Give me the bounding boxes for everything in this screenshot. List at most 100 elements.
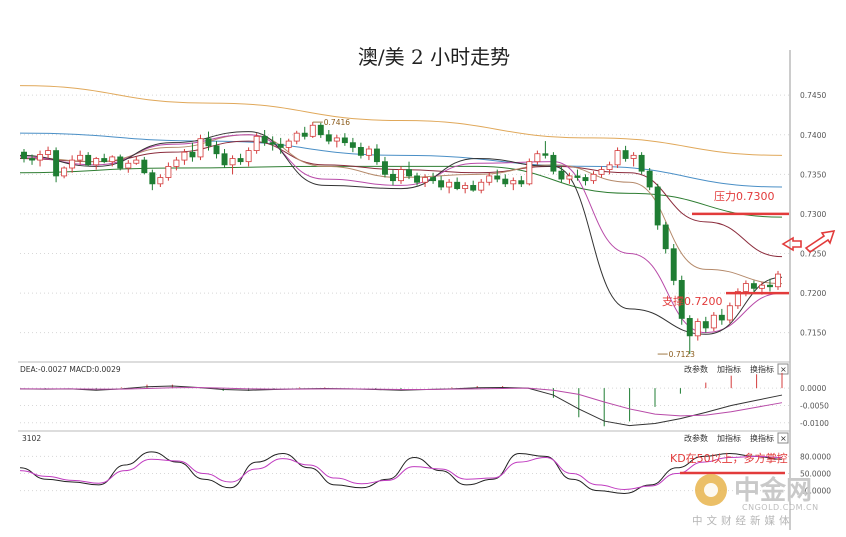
macd-y-tick: -0.0100 bbox=[800, 419, 829, 428]
macd-y-tick: 0.0000 bbox=[800, 384, 826, 393]
candle-body bbox=[542, 153, 549, 156]
kd-k-line bbox=[19, 451, 783, 494]
candle-body bbox=[69, 159, 76, 169]
candle-body bbox=[141, 159, 148, 174]
candle-body bbox=[454, 181, 461, 189]
candle-body bbox=[502, 178, 509, 185]
macd-dea-line bbox=[20, 386, 783, 417]
candle-body bbox=[686, 318, 693, 337]
candle-body bbox=[574, 175, 581, 178]
price-y-tick: 0.7350 bbox=[800, 170, 826, 179]
candle-body bbox=[550, 154, 557, 172]
candle-body bbox=[381, 161, 388, 175]
candle-body bbox=[101, 158, 108, 163]
candle-body bbox=[317, 124, 324, 136]
candle-body bbox=[197, 138, 204, 158]
kd-lines bbox=[19, 451, 783, 494]
price-level-label: 压力0.7300 bbox=[714, 190, 775, 203]
macd-add-indicator-button[interactable]: 加指标 bbox=[717, 364, 741, 374]
candle-body bbox=[742, 283, 749, 292]
candle-body bbox=[205, 138, 212, 147]
cngold-logo: 中金网 CNGOLD.COM.CN 中文财经新媒体 bbox=[692, 474, 818, 527]
candle-body bbox=[237, 158, 244, 163]
candle-body bbox=[726, 305, 733, 321]
candle-body bbox=[598, 169, 605, 175]
candle-body bbox=[85, 154, 92, 166]
candle-body bbox=[462, 185, 469, 189]
candle-body bbox=[277, 143, 284, 148]
candle-body bbox=[438, 180, 445, 188]
candle-body bbox=[341, 137, 348, 144]
candle-body bbox=[486, 175, 493, 183]
logo-tagline: 中文财经新媒体 bbox=[692, 514, 794, 527]
candle-body bbox=[349, 142, 356, 148]
price-y-tick: 0.7400 bbox=[800, 131, 826, 140]
macd-grid bbox=[20, 387, 790, 424]
macd-panel: DEA:-0.0027 MACD:0.0029 改参数 加指标 换指标 × 0.… bbox=[18, 361, 829, 428]
candle-body bbox=[325, 134, 332, 142]
kd-change-params-button[interactable]: 改参数 bbox=[684, 433, 708, 443]
price-y-tick: 0.7200 bbox=[800, 289, 826, 298]
candle-body bbox=[494, 175, 501, 180]
candle-body bbox=[654, 186, 661, 226]
annotation-label: 0.7123 bbox=[669, 350, 695, 359]
candle-body bbox=[285, 140, 292, 148]
kd-annotation: KD在50以上，多方掌控 bbox=[670, 451, 788, 465]
candle-body bbox=[221, 153, 228, 166]
candle-body bbox=[775, 273, 781, 288]
chart-canvas: 澳/美 2 小时走势 0.7450 0.7400 0.7350 0.7300 0.725… bbox=[18, 45, 836, 530]
candle-body bbox=[109, 156, 116, 163]
candle-body bbox=[181, 151, 188, 161]
price-y-tick: 0.7450 bbox=[800, 91, 826, 100]
candle-body bbox=[365, 148, 372, 156]
kd-header: 3102 bbox=[22, 434, 41, 443]
macd-header: DEA:-0.0027 MACD:0.0029 bbox=[20, 365, 121, 374]
price-y-tick: 0.7300 bbox=[800, 210, 826, 219]
candle-body bbox=[406, 169, 412, 177]
candle-body bbox=[373, 148, 380, 163]
candle-body bbox=[646, 170, 653, 188]
kd-y-tick: 80.0000 bbox=[800, 452, 831, 461]
candle-body bbox=[125, 162, 132, 169]
candle-body bbox=[510, 180, 517, 185]
candle-body bbox=[582, 177, 589, 182]
logo-name: 中金网 bbox=[734, 475, 812, 506]
kd-add-indicator-button[interactable]: 加指标 bbox=[717, 433, 741, 443]
candle-body bbox=[430, 177, 437, 182]
candle-body bbox=[710, 314, 717, 329]
candle-body bbox=[638, 154, 645, 172]
macd-change-params-button[interactable]: 改参数 bbox=[684, 364, 708, 374]
annotation-label: 0.7416 bbox=[324, 118, 350, 127]
candle-body bbox=[357, 147, 364, 156]
macd-y-ticks: 0.0000 -0.0050 -0.0100 bbox=[800, 384, 829, 428]
candle-body bbox=[662, 224, 669, 250]
candle-body bbox=[93, 158, 100, 166]
candle-body bbox=[229, 158, 236, 166]
candle-body bbox=[157, 177, 164, 185]
macd-histogram bbox=[44, 372, 783, 427]
candle-body bbox=[269, 142, 276, 145]
macd-close-icon: × bbox=[780, 365, 787, 374]
candle-body bbox=[670, 248, 677, 281]
candle-body bbox=[630, 154, 637, 159]
candle-body bbox=[622, 150, 629, 159]
candle-body bbox=[37, 154, 44, 161]
candle-body bbox=[390, 173, 396, 182]
candle-body bbox=[414, 175, 421, 183]
candle-body bbox=[53, 150, 60, 177]
kd-switch-indicator-button[interactable]: 换指标 bbox=[750, 433, 774, 443]
candle-body bbox=[566, 175, 573, 180]
macd-switch-indicator-button[interactable]: 换指标 bbox=[750, 364, 774, 374]
candle-body bbox=[470, 185, 477, 191]
kd-close-icon: × bbox=[780, 434, 787, 443]
candle-body bbox=[165, 166, 172, 178]
candle-body bbox=[293, 132, 300, 142]
candle-body bbox=[534, 153, 541, 163]
candle-body bbox=[606, 164, 613, 170]
price-y-tick: 0.7250 bbox=[800, 250, 826, 259]
candle-body bbox=[422, 177, 429, 183]
candle-body bbox=[133, 159, 140, 164]
candle-body bbox=[245, 150, 252, 163]
candle-body bbox=[61, 167, 68, 177]
candle-body bbox=[253, 135, 260, 151]
